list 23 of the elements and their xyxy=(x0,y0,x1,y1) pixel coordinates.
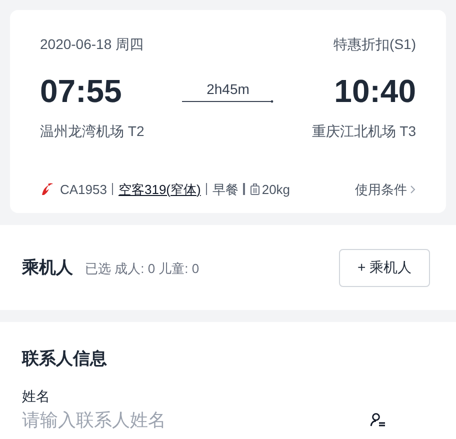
passenger-summary: 已选 成人: 0 儿童: 0 xyxy=(85,260,200,278)
section-title: 乘机人 xyxy=(22,256,73,279)
name-input-field[interactable]: 请输入联系人姓名 xyxy=(22,406,272,434)
departure-time: 07:55 xyxy=(40,75,122,107)
flight-number: CA1953 xyxy=(60,180,107,198)
flight-duration: 2h45m xyxy=(206,80,250,99)
bird-logo-icon xyxy=(40,182,54,196)
departure-airport: 温州龙湾机场 T2 xyxy=(40,122,144,141)
arrow-line-icon xyxy=(182,100,274,103)
meal-text: 早餐 xyxy=(212,180,238,198)
luggage-icon xyxy=(250,183,260,196)
baggage-allowance: 20kg xyxy=(262,180,290,199)
flight-date: 2020-06-18 周四 xyxy=(40,35,144,54)
contact-person-icon[interactable] xyxy=(370,412,386,428)
field-label: 姓名 xyxy=(22,386,51,406)
chevron-right-icon xyxy=(410,184,416,194)
fare-class: 特惠折扣(S1) xyxy=(334,35,416,54)
arrival-airport: 重庆江北机场 T3 xyxy=(312,122,416,141)
aircraft-link[interactable]: 空客319(窄体) xyxy=(118,180,201,199)
conditions-link[interactable]: 使用条件 xyxy=(355,180,416,199)
section-title: 联系人信息 xyxy=(22,348,108,370)
arrival-time: 10:40 xyxy=(334,75,416,107)
add-passenger-button[interactable]: + 乘机人 xyxy=(339,248,430,286)
